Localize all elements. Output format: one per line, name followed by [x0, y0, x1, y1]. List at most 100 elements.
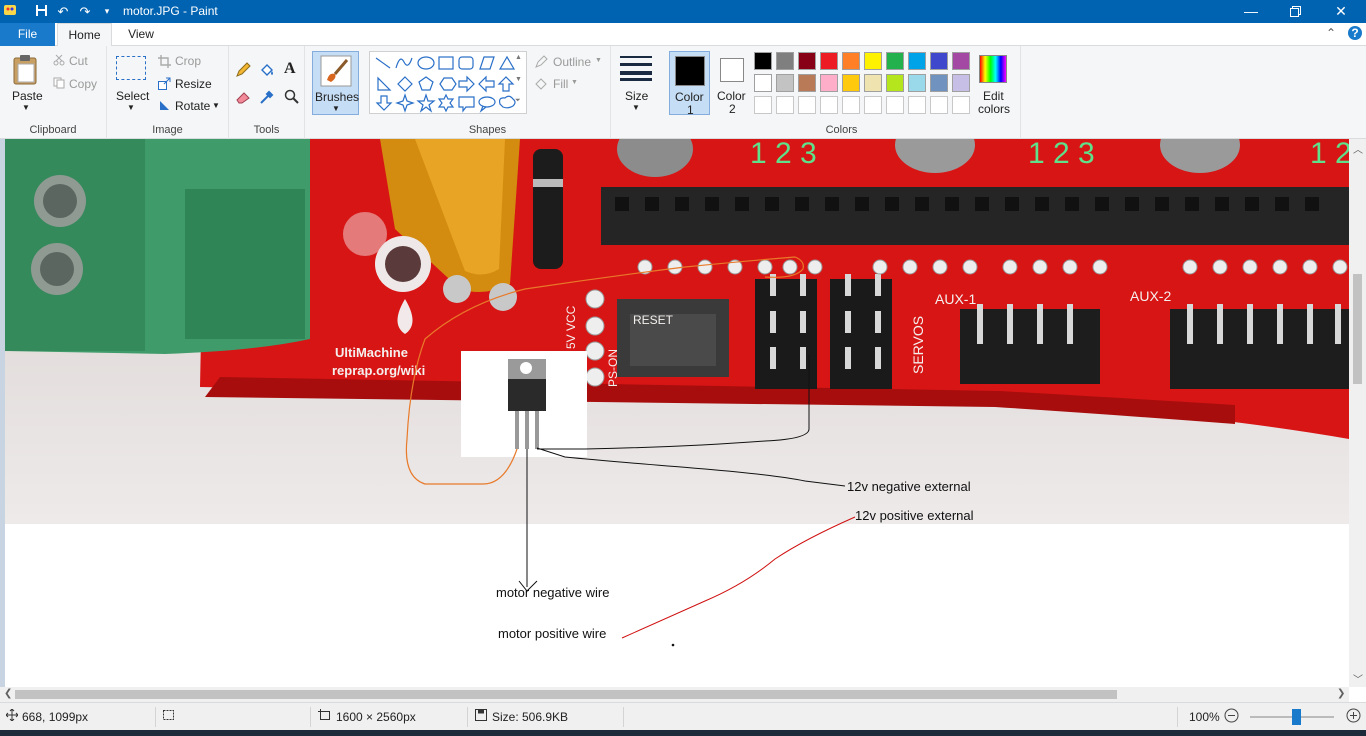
pentagon-shape-icon[interactable]	[418, 76, 434, 91]
scroll-right-icon[interactable]: ❯	[1337, 688, 1345, 699]
palette-color-swatch[interactable]	[952, 74, 970, 92]
customize-icon[interactable]: ▾	[96, 6, 118, 17]
palette-color-swatch[interactable]	[754, 52, 772, 70]
rotate-dropdown-icon[interactable]: ▼	[212, 101, 220, 110]
palette-color-swatch[interactable]	[908, 52, 926, 70]
scroll-left-icon[interactable]: ❮	[4, 688, 12, 699]
six-point-star-shape-icon[interactable]	[437, 93, 455, 113]
rounded-rectangle-shape-icon[interactable]	[458, 56, 474, 70]
select-icon[interactable]	[116, 56, 146, 80]
palette-custom-slot[interactable]	[798, 96, 816, 114]
polygon-shape-icon[interactable]	[479, 56, 495, 70]
edit-colors-label-1[interactable]: Edit	[983, 89, 1004, 103]
zoom-slider-thumb[interactable]	[1292, 709, 1301, 725]
curve-shape-icon[interactable]	[395, 57, 413, 69]
crop-button[interactable]: Crop	[175, 54, 201, 68]
palette-color-swatch[interactable]	[864, 52, 882, 70]
paint-app-icon[interactable]	[0, 3, 20, 20]
collapse-ribbon-icon[interactable]: ⌃	[1326, 26, 1336, 40]
palette-custom-slot[interactable]	[864, 96, 882, 114]
cut-button[interactable]: Cut	[69, 54, 88, 68]
five-point-star-shape-icon[interactable]	[416, 93, 436, 113]
pencil-icon[interactable]	[235, 62, 251, 81]
palette-color-swatch[interactable]	[798, 74, 816, 92]
palette-color-swatch[interactable]	[908, 74, 926, 92]
palette-color-swatch[interactable]	[930, 52, 948, 70]
palette-color-swatch[interactable]	[886, 52, 904, 70]
zoom-in-icon[interactable]	[1346, 708, 1361, 726]
palette-custom-slot[interactable]	[930, 96, 948, 114]
close-button[interactable]: ✕	[1318, 0, 1364, 23]
palette-custom-slot[interactable]	[754, 96, 772, 114]
palette-color-swatch[interactable]	[754, 74, 772, 92]
paste-dropdown-icon[interactable]: ▼	[22, 103, 30, 112]
horizontal-scroll-thumb[interactable]	[15, 690, 1117, 699]
rotate-button[interactable]: Rotate	[175, 99, 210, 113]
tab-view[interactable]: View	[117, 23, 165, 46]
zoom-out-icon[interactable]	[1224, 708, 1239, 726]
restore-button[interactable]	[1272, 0, 1318, 23]
edit-colors-icon[interactable]	[979, 55, 1007, 83]
palette-color-swatch[interactable]	[820, 74, 838, 92]
palette-custom-slot[interactable]	[952, 96, 970, 114]
line-shape-icon[interactable]	[375, 57, 391, 69]
shapes-expand-icon[interactable]: ⏷	[515, 97, 521, 105]
palette-custom-slot[interactable]	[776, 96, 794, 114]
tab-home[interactable]: Home	[57, 23, 112, 47]
fill-button[interactable]: Fill	[553, 77, 568, 91]
palette-color-swatch[interactable]	[776, 52, 794, 70]
four-point-star-shape-icon[interactable]	[395, 93, 415, 113]
redo-icon[interactable]: ↷	[74, 4, 96, 20]
fill-bucket-icon[interactable]	[259, 62, 275, 81]
oval-shape-icon[interactable]	[417, 56, 435, 70]
size-button[interactable]: Size	[625, 89, 648, 103]
palette-custom-slot[interactable]	[886, 96, 904, 114]
help-icon[interactable]: ?	[1348, 26, 1362, 40]
callout-cloud-shape-icon[interactable]	[498, 95, 516, 109]
brushes-button[interactable]: Brushes ▼	[312, 51, 359, 115]
drawing-canvas[interactable]: UltiMachine reprap.org/wiki AUX-1 AUX-2 …	[5, 139, 1349, 687]
triangle-shape-icon[interactable]	[498, 55, 516, 70]
zoom-slider[interactable]	[1250, 709, 1334, 725]
rectangle-shape-icon[interactable]	[438, 56, 454, 70]
palette-custom-slot[interactable]	[908, 96, 926, 114]
color-picker-icon[interactable]	[259, 89, 275, 108]
horizontal-scrollbar[interactable]: ❮ ❯	[0, 687, 1349, 702]
palette-custom-slot[interactable]	[820, 96, 838, 114]
copy-button[interactable]: Copy	[69, 77, 97, 91]
callout-oval-shape-icon[interactable]	[478, 96, 496, 113]
scroll-up-icon[interactable]: ︿	[1353, 141, 1363, 156]
palette-color-swatch[interactable]	[930, 74, 948, 92]
resize-button[interactable]: Resize	[175, 77, 212, 91]
right-arrow-shape-icon[interactable]	[458, 75, 475, 93]
edit-colors-label-2[interactable]: colors	[978, 102, 1010, 116]
undo-icon[interactable]: ↶	[52, 4, 74, 20]
select-dropdown-icon[interactable]: ▼	[127, 103, 135, 112]
palette-color-swatch[interactable]	[820, 52, 838, 70]
shapes-scroll-up-icon[interactable]: ▲	[515, 54, 522, 61]
color2-button[interactable]: Color 2	[714, 51, 752, 116]
color1-button[interactable]: Color 1	[669, 51, 710, 117]
palette-color-swatch[interactable]	[886, 74, 904, 92]
palette-color-swatch[interactable]	[798, 52, 816, 70]
outline-dropdown-icon[interactable]: ▼	[595, 57, 602, 64]
palette-color-swatch[interactable]	[864, 74, 882, 92]
save-icon[interactable]	[30, 4, 52, 20]
vertical-scrollbar[interactable]: ︿ ﹀	[1349, 139, 1366, 687]
left-arrow-shape-icon[interactable]	[478, 75, 495, 93]
tab-file[interactable]: File	[0, 23, 55, 46]
hexagon-shape-icon[interactable]	[439, 77, 457, 91]
down-arrow-shape-icon[interactable]	[375, 95, 393, 111]
scroll-down-icon[interactable]: ﹀	[1353, 671, 1363, 686]
size-icon[interactable]	[620, 55, 652, 84]
eraser-icon[interactable]	[235, 89, 251, 108]
magnifier-icon[interactable]	[284, 89, 300, 108]
palette-color-swatch[interactable]	[842, 52, 860, 70]
up-arrow-shape-icon[interactable]	[497, 76, 515, 92]
outline-button[interactable]: Outline	[553, 55, 591, 69]
paste-icon[interactable]	[12, 54, 40, 89]
diamond-shape-icon[interactable]	[397, 76, 413, 92]
palette-color-swatch[interactable]	[776, 74, 794, 92]
vertical-scroll-thumb[interactable]	[1353, 274, 1362, 384]
right-triangle-shape-icon[interactable]	[377, 76, 392, 91]
